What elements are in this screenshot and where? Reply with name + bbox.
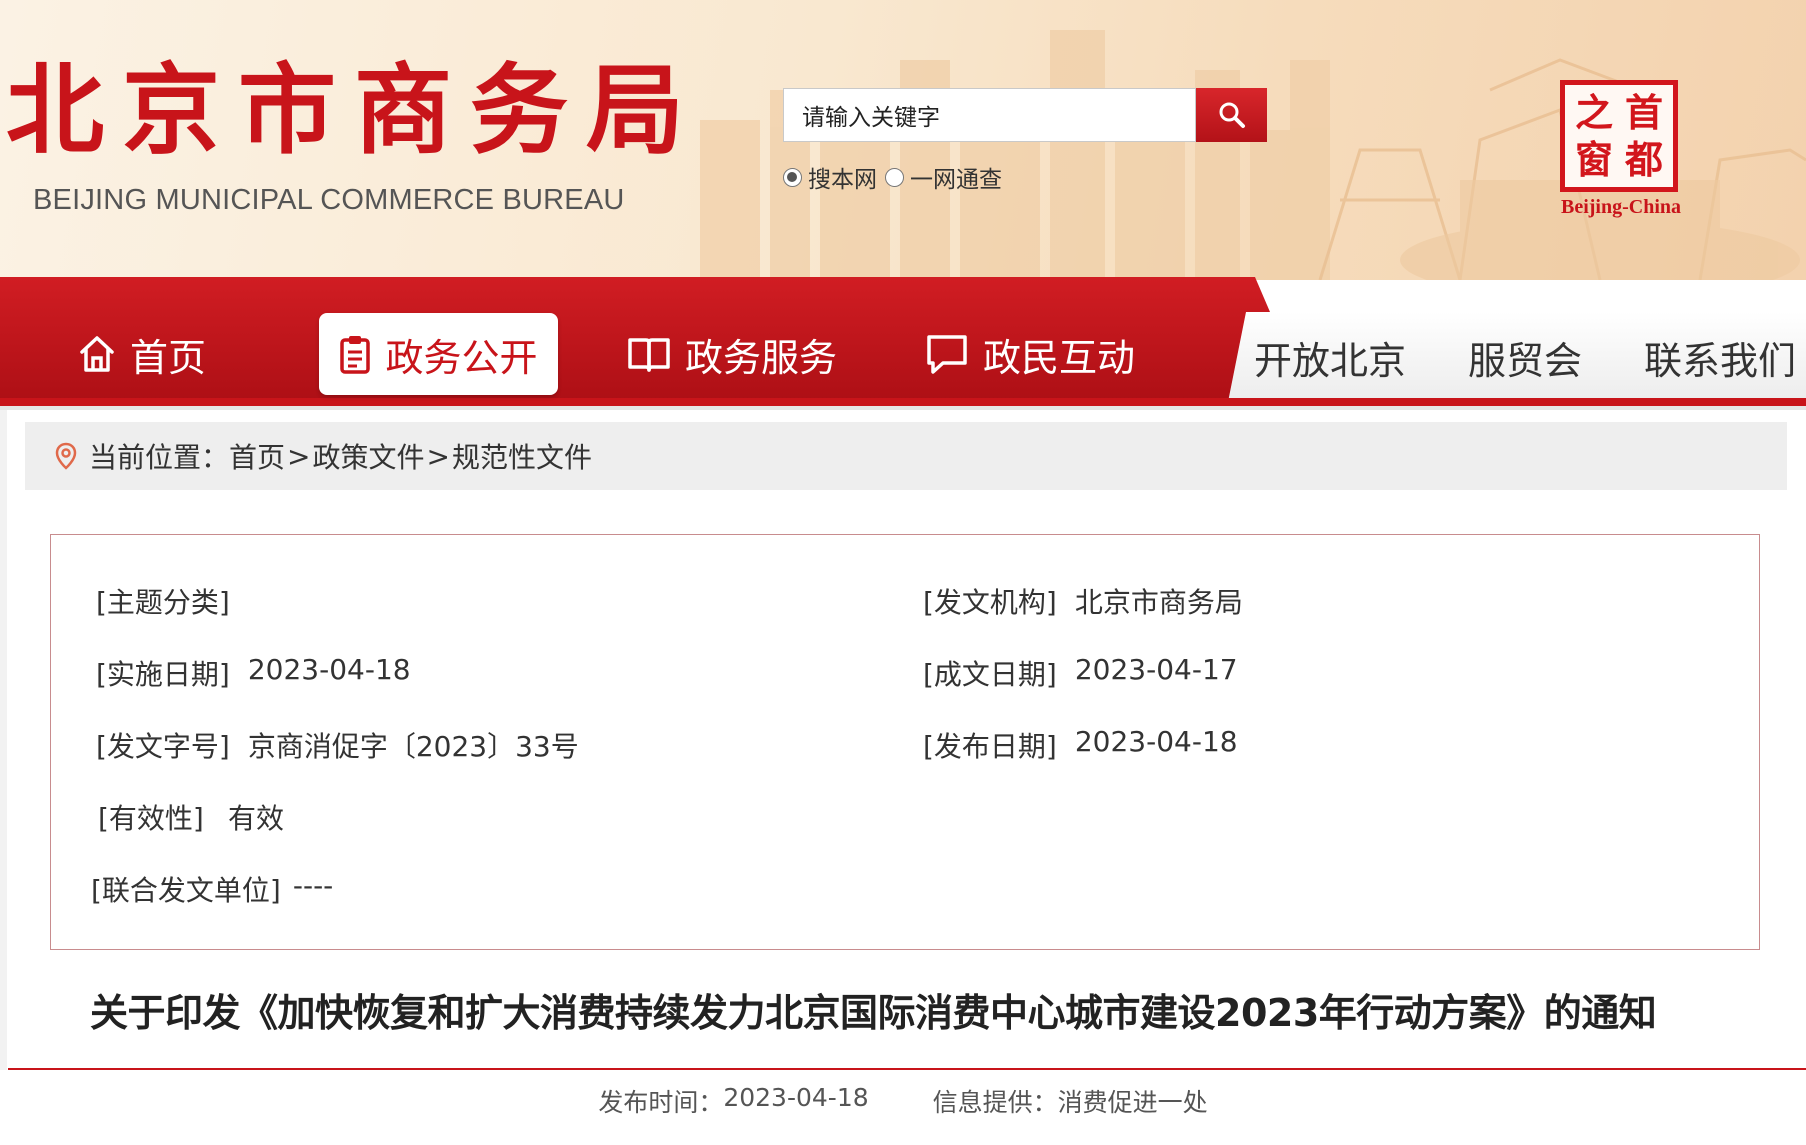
breadcrumb-home-link[interactable]: 首页 [229,436,285,476]
clipboard-icon [340,336,371,374]
site-subtitle: BEIJING MUNICIPAL COMMERCE BUREAU [33,184,625,216]
breadcrumb-prefix: 当前位置： [89,441,230,474]
nav-item-trade-fair[interactable]: 服贸会 [1455,316,1595,398]
info-written-date-label: [成文日期] [923,658,1057,691]
info-validity: [有效性] 有效 [98,797,284,837]
info-joint-issuers-value: ---- [292,869,334,902]
info-doc-number-value: 京商消促字〔2023〕33号 [247,730,579,763]
info-joint-issuers-label: [联合发文单位] [91,874,281,907]
info-effective-date: [实施日期] 2023-04-18 [96,653,411,693]
seal-caption: Beijing-China [1560,196,1682,218]
search-scope-site-radio[interactable] [783,167,802,187]
search-scope-all-label[interactable]: 一网通查 [910,160,1002,194]
nav-item-label: 政务服务 [684,335,837,380]
provider-value: 消费促进一处 [1057,1088,1208,1117]
info-doc-number-label: [发文字号] [96,730,230,763]
search-button[interactable] [1196,88,1267,142]
search-scope-all-radio[interactable] [885,167,904,187]
document-info-box: [主题分类] [发文机构] 北京市商务局 [实施日期] 2023-04-18 [… [50,534,1760,950]
nav-item-contact[interactable]: 联系我们 [1640,316,1800,398]
breadcrumb-separator: > [287,439,311,473]
info-effective-date-value: 2023-04-18 [247,653,411,686]
search-input[interactable]: 请输入关键字 [783,88,1196,142]
info-publish-date: [发布日期] 2023-04-18 [923,725,1238,765]
chat-icon [927,335,967,374]
meta-gap [869,1083,933,1119]
nav-item-home[interactable]: 首页 [62,313,222,395]
location-pin-icon [55,442,77,470]
book-icon [628,338,670,372]
info-validity-value: 有效 [228,802,285,835]
seal-char: 首 [1624,89,1663,135]
site-header: 北京市商务局 BEIJING MUNICIPAL COMMERCE BUREAU… [0,0,1806,280]
breadcrumb-separator: > [426,439,450,473]
nav-item-label: 首页 [129,335,206,380]
home-icon [80,336,114,372]
article-title: 关于印发《加快恢复和扩大消费持续发力北京国际消费中心城市建设2023年行动方案》… [90,991,1657,1035]
nav-item-label: 联系我们 [1643,338,1796,383]
info-written-date-value: 2023-04-17 [1074,653,1238,686]
provider-label: 信息提供： [932,1088,1058,1117]
breadcrumb-normative-link[interactable]: 规范性文件 [452,436,592,476]
publish-time-value: 2023-04-18 [723,1083,869,1112]
nav-item-label: 服贸会 [1467,338,1582,383]
info-topic: [主题分类] [96,581,248,621]
article-meta: 发布时间： 2023-04-18 信息提供： 消费促进一处 [0,1083,1806,1119]
nav-item-gov-affairs[interactable]: 政务公开 [319,313,558,395]
breadcrumb-policy-link[interactable]: 政策文件 [313,436,425,476]
nav-underline [0,398,1806,406]
publish-time-label: 发布时间： [598,1088,724,1117]
title-divider [8,1068,1806,1070]
site-title[interactable]: 北京市商务局 [6,62,702,160]
nav-item-label: 政务公开 [385,335,538,380]
info-issuer-value: 北京市商务局 [1074,586,1243,619]
nav-shadow [0,406,1806,410]
nav-item-label: 开放北京 [1253,338,1406,383]
page-left-edge [0,410,7,1070]
info-written-date: [成文日期] 2023-04-17 [923,653,1238,693]
seal-char: 窗 [1574,136,1613,182]
nav-item-open-beijing[interactable]: 开放北京 [1250,316,1410,398]
seal-char: 都 [1624,136,1663,182]
info-publish-date-value: 2023-04-18 [1074,725,1238,758]
info-issuer-label: [发文机构] [923,586,1057,619]
info-topic-label: [主题分类] [96,586,230,619]
info-effective-date-label: [实施日期] [96,658,230,691]
nav-item-gov-services[interactable]: 政务服务 [622,313,842,395]
search-scope: 搜本网 一网通查 [783,160,1002,194]
seal-char: 之 [1574,89,1613,135]
info-joint-issuers: [联合发文单位] ---- [91,869,333,909]
info-validity-label: [有效性] [98,802,204,835]
search-scope-site-label[interactable]: 搜本网 [808,160,877,194]
breadcrumb: 当前位置： 首页 > 政策文件 > 规范性文件 [25,422,1787,490]
search-icon [1219,102,1245,128]
info-doc-number: [发文字号] 京商消促字〔2023〕33号 [96,725,579,765]
nav-item-interaction[interactable]: 政民互动 [920,313,1140,395]
info-issuer: [发文机构] 北京市商务局 [923,581,1243,621]
nav-item-label: 政民互动 [982,335,1135,380]
info-publish-date-label: [发布日期] [923,730,1057,763]
capital-window-seal-logo[interactable]: 之 首 窗 都 [1560,80,1678,192]
